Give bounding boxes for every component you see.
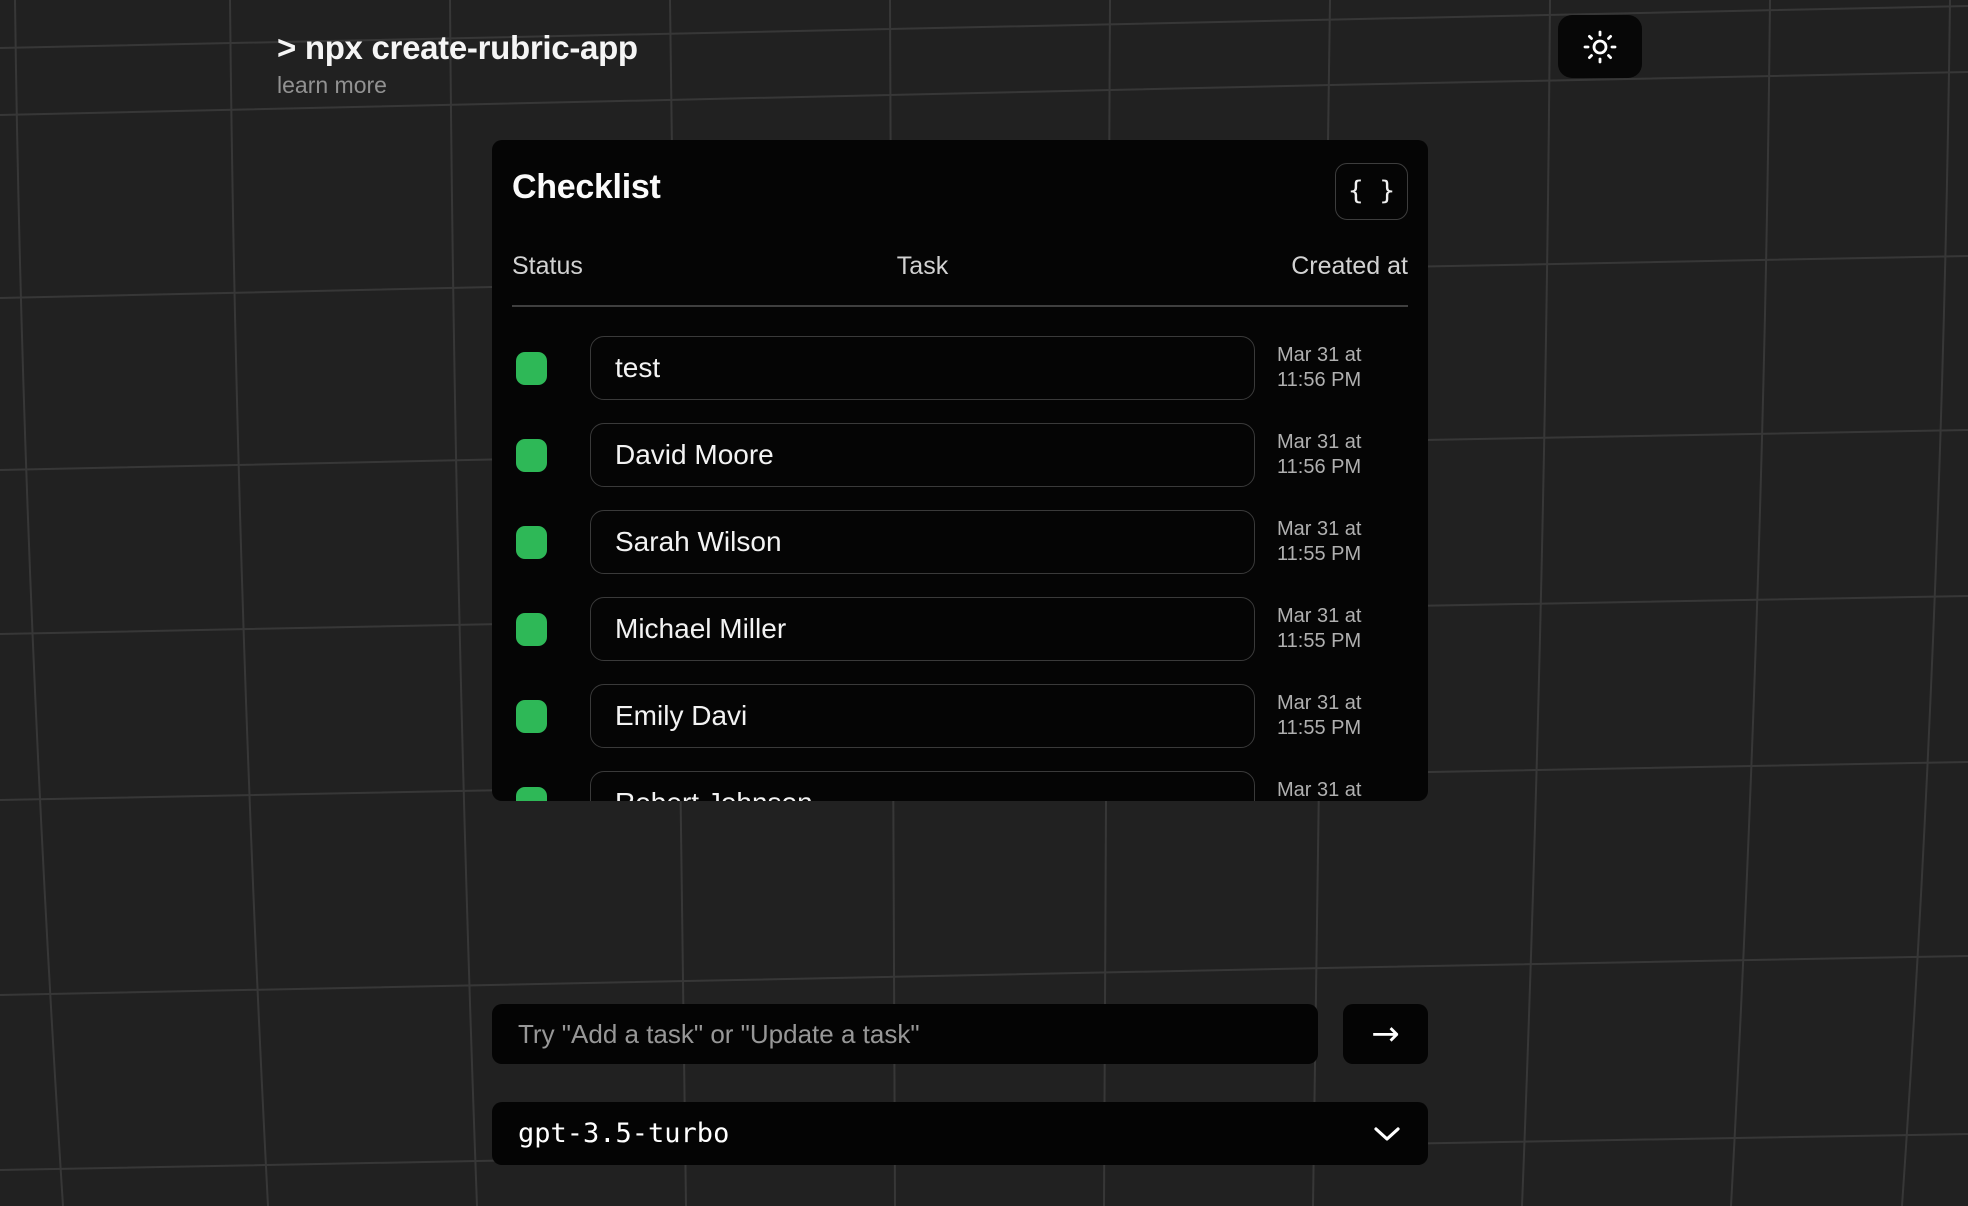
task-created-at: Mar 31 at 11:56 PM [1255, 343, 1408, 393]
task-name-input[interactable] [590, 684, 1255, 748]
task-created-at: Mar 31 at 11:55 PM [1255, 517, 1408, 567]
column-header-created-at: Created at [1255, 252, 1408, 281]
checklist-card: Checklist { } Status Task Created at Mar… [492, 140, 1428, 801]
task-status-checkbox[interactable] [516, 352, 547, 385]
header: > npx create-rubric-app learn more [277, 30, 638, 98]
arrow-right-icon: → [1371, 1017, 1400, 1051]
task-status-checkbox[interactable] [516, 439, 547, 472]
learn-more-link[interactable]: learn more [277, 74, 387, 97]
theme-toggle-button[interactable] [1558, 15, 1642, 78]
card-title: Checklist [512, 168, 660, 207]
task-status-checkbox[interactable] [516, 613, 547, 646]
model-select-value: gpt-3.5-turbo [518, 1118, 729, 1149]
task-row: Mar 31 at 11:55 PM [512, 597, 1408, 661]
column-header-status: Status [512, 252, 590, 281]
task-created-at: Mar 31 at 11:55 PM [1255, 604, 1408, 654]
task-row: Mar 31 at 11:56 PM [512, 336, 1408, 400]
command-input[interactable] [492, 1004, 1318, 1064]
task-name-input[interactable] [590, 597, 1255, 661]
task-status-checkbox[interactable] [516, 787, 547, 802]
model-select[interactable]: gpt-3.5-turbo [492, 1102, 1428, 1165]
json-view-button[interactable]: { } [1335, 163, 1408, 220]
task-row: Mar 31 at 11:55 PM [512, 510, 1408, 574]
submit-button[interactable]: → [1343, 1004, 1428, 1064]
column-header-task: Task [590, 252, 1255, 281]
page-title: > npx create-rubric-app [277, 30, 638, 66]
task-row: Mar 31 at 11:55 PM [512, 771, 1408, 801]
task-created-at: Mar 31 at 11:56 PM [1255, 430, 1408, 480]
header-divider [512, 305, 1408, 307]
task-created-at: Mar 31 at 11:55 PM [1255, 691, 1408, 741]
task-status-checkbox[interactable] [516, 526, 547, 559]
chevron-down-icon [1372, 1125, 1402, 1143]
task-status-checkbox[interactable] [516, 700, 547, 733]
task-name-input[interactable] [590, 771, 1255, 801]
task-row: Mar 31 at 11:56 PM [512, 423, 1408, 487]
sun-icon [1581, 28, 1619, 66]
task-name-input[interactable] [590, 423, 1255, 487]
task-row: Mar 31 at 11:55 PM [512, 684, 1408, 748]
task-name-input[interactable] [590, 336, 1255, 400]
task-name-input[interactable] [590, 510, 1255, 574]
column-headers: Status Task Created at [512, 252, 1408, 281]
task-created-at: Mar 31 at 11:55 PM [1255, 778, 1408, 801]
task-list: Mar 31 at 11:56 PM Mar 31 at 11:56 PM Ma… [512, 336, 1408, 801]
